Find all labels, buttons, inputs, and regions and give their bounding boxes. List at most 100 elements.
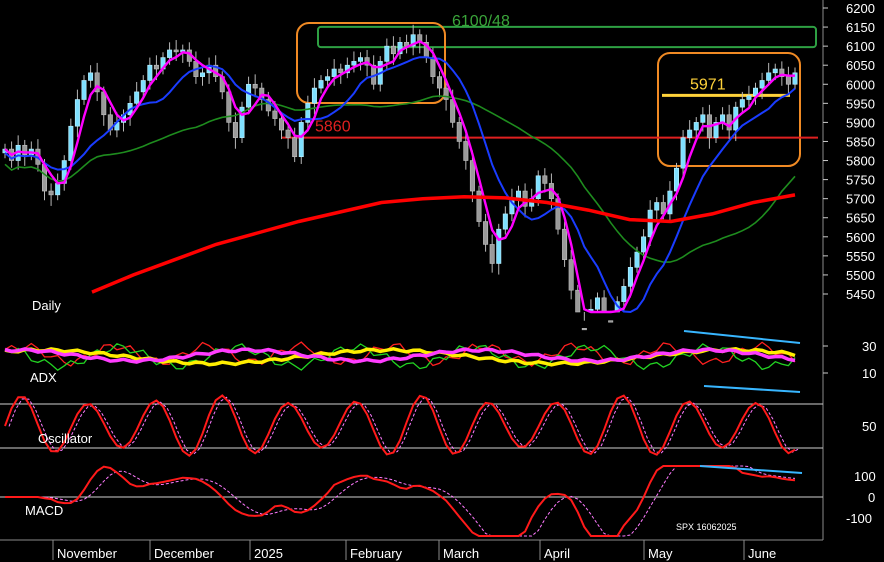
month-label: May: [648, 546, 673, 561]
candle-body: [278, 118, 284, 131]
price-tick-label: 5700: [846, 192, 875, 207]
candle-body: [74, 99, 80, 127]
candle-body: [298, 122, 304, 158]
candle-body: [562, 228, 568, 260]
candle-body: [654, 202, 660, 211]
month-label: December: [154, 546, 215, 561]
candle-body: [430, 57, 436, 77]
candle-body: [647, 209, 653, 238]
candle-body: [81, 80, 87, 100]
candle-body: [739, 99, 745, 108]
candle-body: [200, 72, 206, 77]
candle-body: [785, 76, 791, 85]
price-tick-label: 5600: [846, 230, 875, 245]
candle-body: [627, 267, 633, 287]
candle-body: [772, 68, 778, 74]
candle-body: [594, 297, 600, 310]
symbol-caption: SPX 16062025: [676, 522, 737, 532]
candle-body: [443, 87, 449, 100]
price-tick-label: 5850: [846, 134, 875, 149]
candle-body: [331, 68, 337, 77]
candle-body: [700, 114, 706, 123]
macd-tick-label: 0: [868, 490, 875, 505]
adx-panel-label: ADX: [30, 370, 57, 385]
adx-tick-label: 10: [862, 366, 876, 381]
spx-chart: 6200 6150 6100 6050 6000 5950 5900 5850 5800 5750…: [0, 0, 884, 562]
candle-body: [55, 183, 61, 196]
candle-body: [542, 175, 548, 184]
adx-tick-label: 30: [862, 339, 876, 354]
macd-panel-label: MACD: [25, 503, 63, 518]
candle-body: [173, 49, 179, 53]
candle-body: [489, 244, 495, 264]
month-label: February: [350, 546, 403, 561]
candle-body: [726, 114, 732, 131]
candle-body: [167, 49, 173, 58]
candle-body: [325, 76, 331, 81]
month-label: November: [57, 546, 118, 561]
candle-body: [463, 141, 469, 161]
candle-body: [357, 57, 363, 62]
candle-body: [390, 45, 396, 55]
month-label: March: [443, 546, 479, 561]
candle-body: [746, 95, 752, 100]
candle-body: [568, 259, 574, 291]
price-tick-label: 6050: [846, 58, 875, 73]
candle-body: [496, 228, 502, 264]
candle-body: [351, 61, 357, 66]
candle-body: [601, 297, 607, 313]
price-tick-label: 5950: [846, 96, 875, 111]
candle-body: [318, 80, 324, 89]
candle-body: [68, 125, 74, 161]
candle-body: [272, 110, 278, 119]
candle-body: [621, 286, 627, 302]
level-5860-label: 5860: [315, 119, 351, 136]
oscillator-tick-label: 50: [862, 419, 876, 434]
candle-body: [48, 190, 54, 196]
price-tick-label: 5450: [846, 287, 875, 302]
macd-tick-label: 100: [854, 469, 876, 484]
price-tick-label: 6200: [846, 1, 875, 16]
price-tick-label: 5550: [846, 249, 875, 264]
candle-body: [246, 83, 252, 108]
candle-body: [285, 129, 291, 138]
candle-body: [483, 221, 489, 245]
candle-body: [140, 80, 146, 93]
candle-body: [338, 68, 344, 74]
month-label: April: [544, 546, 570, 561]
candle-body: [608, 320, 614, 323]
candle-body: [153, 64, 159, 70]
price-tick-label: 6100: [846, 39, 875, 54]
candle-body: [311, 87, 317, 104]
candle-body: [232, 122, 238, 138]
candle-body: [436, 76, 442, 89]
candle-body: [687, 129, 693, 138]
candle-body: [469, 160, 475, 192]
candle-body: [88, 72, 94, 81]
month-label: June: [748, 546, 776, 561]
candle-body: [693, 122, 699, 131]
price-tick-label: 5650: [846, 211, 875, 226]
candle-body: [641, 236, 647, 253]
macd-tick-label: -100: [846, 511, 872, 526]
price-tick-label: 5500: [846, 268, 875, 283]
candle-body: [581, 328, 587, 331]
candle-body: [292, 137, 298, 158]
price-tick-label: 5750: [846, 173, 875, 188]
daily-panel-label: Daily: [32, 298, 61, 313]
candle-body: [456, 122, 462, 142]
level-5971-label: 5971: [690, 76, 726, 93]
candle-body: [575, 289, 581, 313]
price-tick-label: 5800: [846, 154, 875, 169]
candle-body: [134, 91, 140, 104]
price-tick-label: 5900: [846, 115, 875, 130]
candle-body: [252, 83, 258, 89]
candle-body: [759, 80, 765, 89]
month-label: 2025: [254, 546, 283, 561]
oscillator-panel-label: Oscillator: [38, 431, 93, 446]
candle-body: [502, 213, 508, 230]
price-tick-label: 6150: [846, 20, 875, 35]
candle-body: [766, 72, 772, 81]
resistance-zone-label: 6100/48: [452, 13, 510, 30]
candle-body: [680, 137, 686, 169]
